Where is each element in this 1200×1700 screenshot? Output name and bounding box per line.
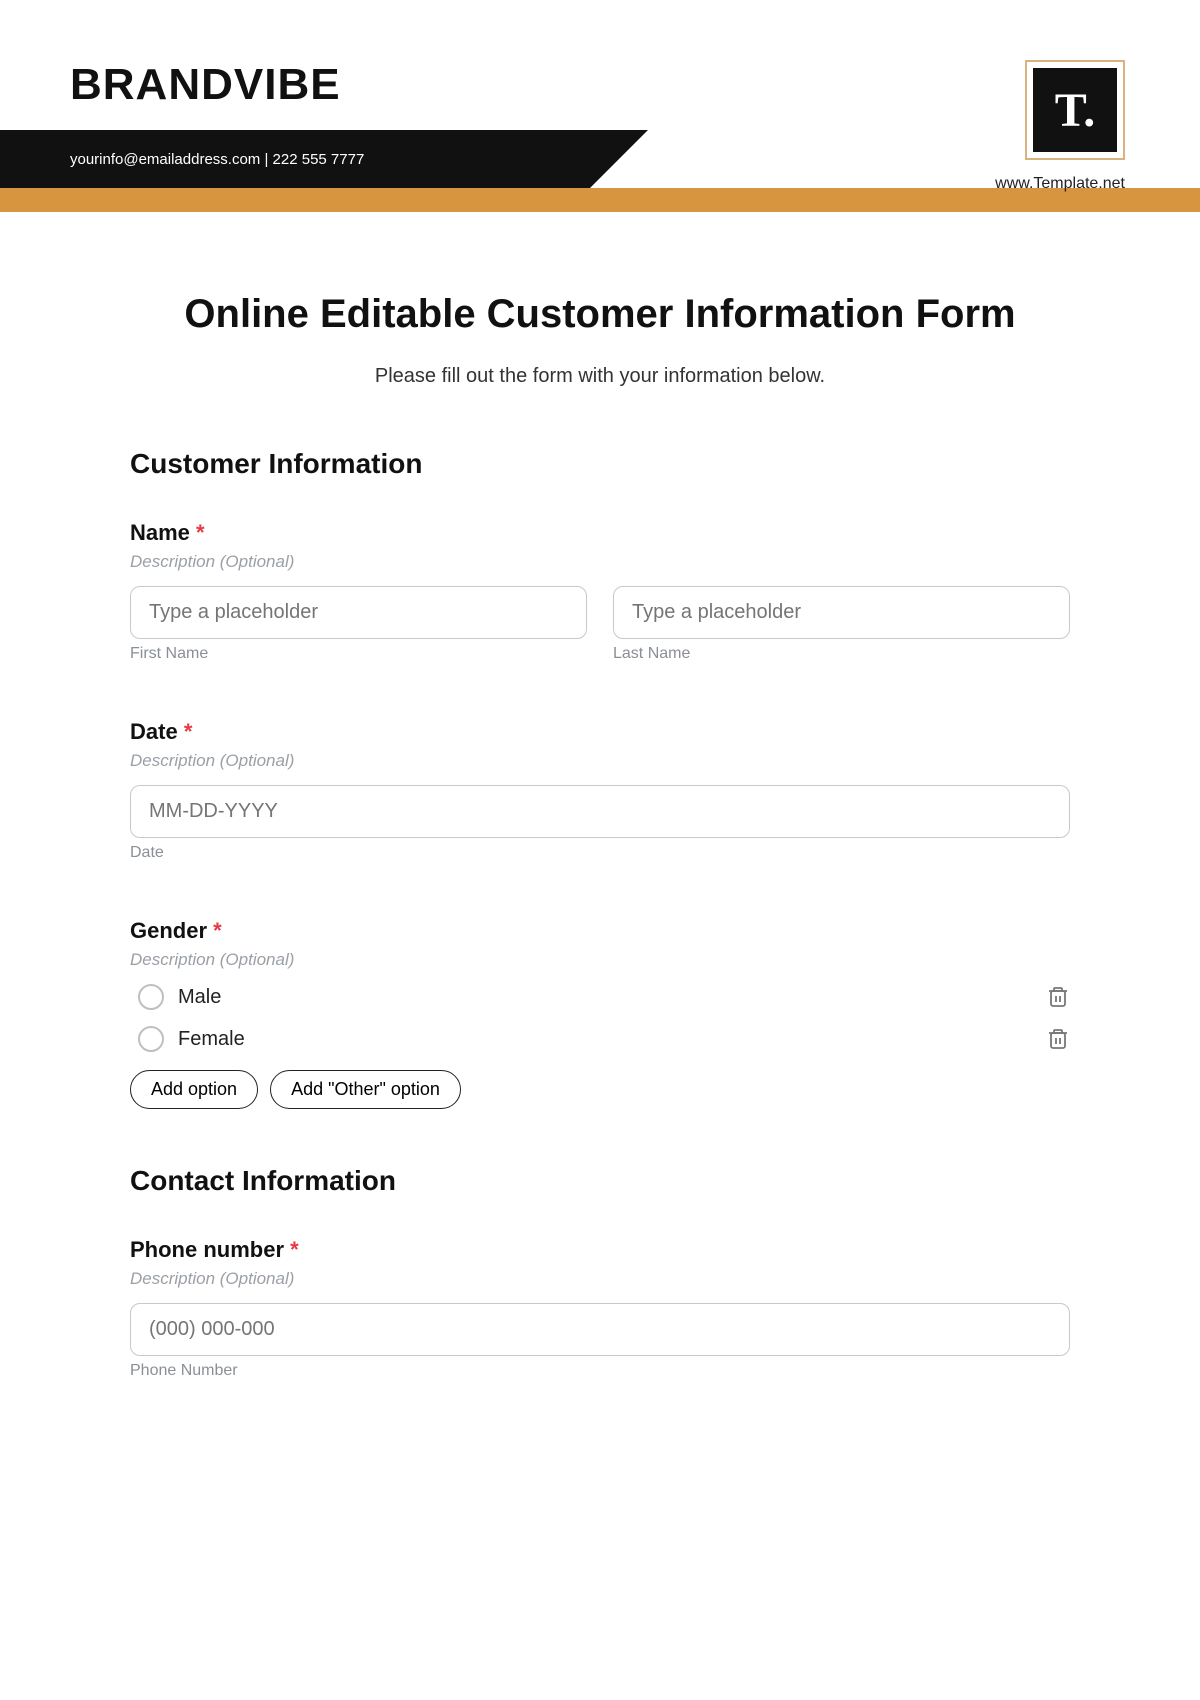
required-asterisk: *: [290, 1237, 299, 1262]
field-name: Name * Description (Optional) First Name…: [130, 520, 1070, 663]
gender-option-label: Male: [178, 986, 221, 1009]
add-option-button[interactable]: Add option: [130, 1070, 258, 1109]
field-phone: Phone number * Description (Optional) Ph…: [130, 1237, 1070, 1380]
radio-icon: [138, 984, 164, 1010]
logo-text: T.: [1033, 68, 1117, 152]
form-container: Online Editable Customer Information For…: [0, 212, 1200, 1420]
add-other-option-button[interactable]: Add "Other" option: [270, 1070, 461, 1109]
gender-label: Gender *: [130, 918, 1070, 944]
gender-option-female[interactable]: Female: [130, 1026, 245, 1052]
decorative-stripes: [590, 130, 740, 188]
gender-option-row: Female: [130, 1026, 1070, 1052]
gender-option-male[interactable]: Male: [130, 984, 221, 1010]
field-gender: Gender * Description (Optional) Male Fem…: [130, 918, 1070, 1109]
required-asterisk: *: [213, 918, 222, 943]
gender-option-label: Female: [178, 1028, 245, 1051]
section-customer-heading: Customer Information: [130, 448, 1070, 480]
required-asterisk: *: [196, 520, 205, 545]
gender-option-row: Male: [130, 984, 1070, 1010]
trash-icon[interactable]: [1046, 985, 1070, 1009]
radio-icon: [138, 1026, 164, 1052]
logo-url: www.Template.net: [995, 175, 1125, 193]
field-date: Date * Description (Optional) Date: [130, 719, 1070, 862]
last-name-sublabel: Last Name: [613, 645, 1070, 663]
date-label: Date *: [130, 719, 1070, 745]
logo: T.: [1025, 60, 1125, 160]
first-name-input[interactable]: [130, 586, 587, 639]
gender-label-text: Gender: [130, 918, 207, 943]
gender-description[interactable]: Description (Optional): [130, 950, 1070, 970]
phone-label-text: Phone number: [130, 1237, 284, 1262]
first-name-sublabel: First Name: [130, 645, 587, 663]
trash-icon[interactable]: [1046, 1027, 1070, 1051]
name-label-text: Name: [130, 520, 190, 545]
phone-input[interactable]: [130, 1303, 1070, 1356]
date-description[interactable]: Description (Optional): [130, 751, 1070, 771]
date-label-text: Date: [130, 719, 178, 744]
page-header: BRANDVIBE T. www.Template.net yourinfo@e…: [0, 0, 1200, 212]
last-name-input[interactable]: [613, 586, 1070, 639]
contact-bar: yourinfo@emailaddress.com | 222 555 7777: [0, 130, 590, 188]
phone-label: Phone number *: [130, 1237, 1070, 1263]
form-subtitle: Please fill out the form with your infor…: [130, 365, 1070, 388]
phone-description[interactable]: Description (Optional): [130, 1269, 1070, 1289]
contact-line: yourinfo@emailaddress.com | 222 555 7777: [70, 151, 364, 168]
date-input[interactable]: [130, 785, 1070, 838]
date-sublabel: Date: [130, 844, 1070, 862]
gender-add-buttons: Add option Add "Other" option: [130, 1070, 1070, 1109]
name-label: Name *: [130, 520, 1070, 546]
section-contact-heading: Contact Information: [130, 1165, 1070, 1197]
brand-name: BRANDVIBE: [0, 0, 1200, 130]
form-title: Online Editable Customer Information For…: [130, 292, 1070, 337]
required-asterisk: *: [184, 719, 193, 744]
name-description[interactable]: Description (Optional): [130, 552, 1070, 572]
phone-sublabel: Phone Number: [130, 1362, 1070, 1380]
